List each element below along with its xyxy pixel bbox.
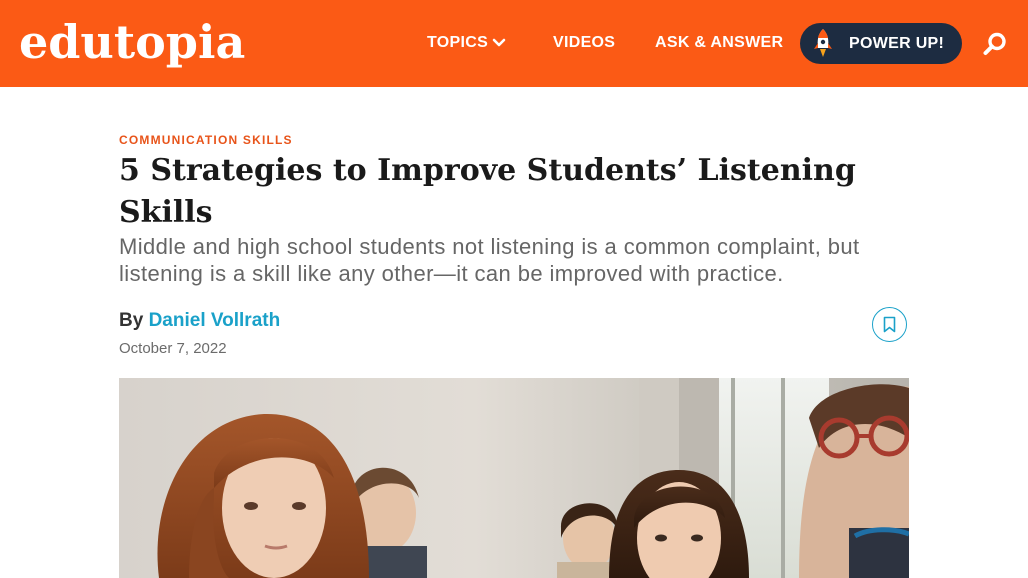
article-title: 5 Strategies to Improve Students’ Listen…: [119, 153, 856, 230]
publish-date: October 7, 2022: [119, 340, 227, 357]
rocket-icon: [814, 29, 832, 57]
article-subtitle: Middle and high school students not list…: [119, 234, 860, 286]
site-header: edutopia TOPICS VIDEOS ASK & ANSWER POWE…: [0, 0, 1028, 87]
category-link[interactable]: COMMUNICATION SKILLS: [119, 133, 293, 147]
chevron-down-icon[interactable]: [492, 37, 506, 49]
byline-prefix: By: [119, 310, 144, 331]
hero-image: [119, 378, 909, 578]
bookmark-icon: [883, 316, 896, 333]
author-link[interactable]: Daniel Vollrath: [149, 310, 281, 331]
site-logo[interactable]: edutopia: [19, 14, 245, 70]
byline: By Daniel Vollrath: [119, 309, 280, 333]
nav-topics[interactable]: TOPICS: [427, 33, 488, 53]
classroom-photo: [119, 378, 909, 578]
search-icon[interactable]: [982, 31, 1008, 57]
bookmark-button[interactable]: [872, 307, 907, 342]
power-up-label: POWER UP!: [849, 35, 945, 52]
nav-videos[interactable]: VIDEOS: [553, 33, 615, 53]
nav-ask-answer[interactable]: ASK & ANSWER: [655, 33, 783, 53]
power-up-button[interactable]: POWER UP!: [800, 23, 962, 64]
